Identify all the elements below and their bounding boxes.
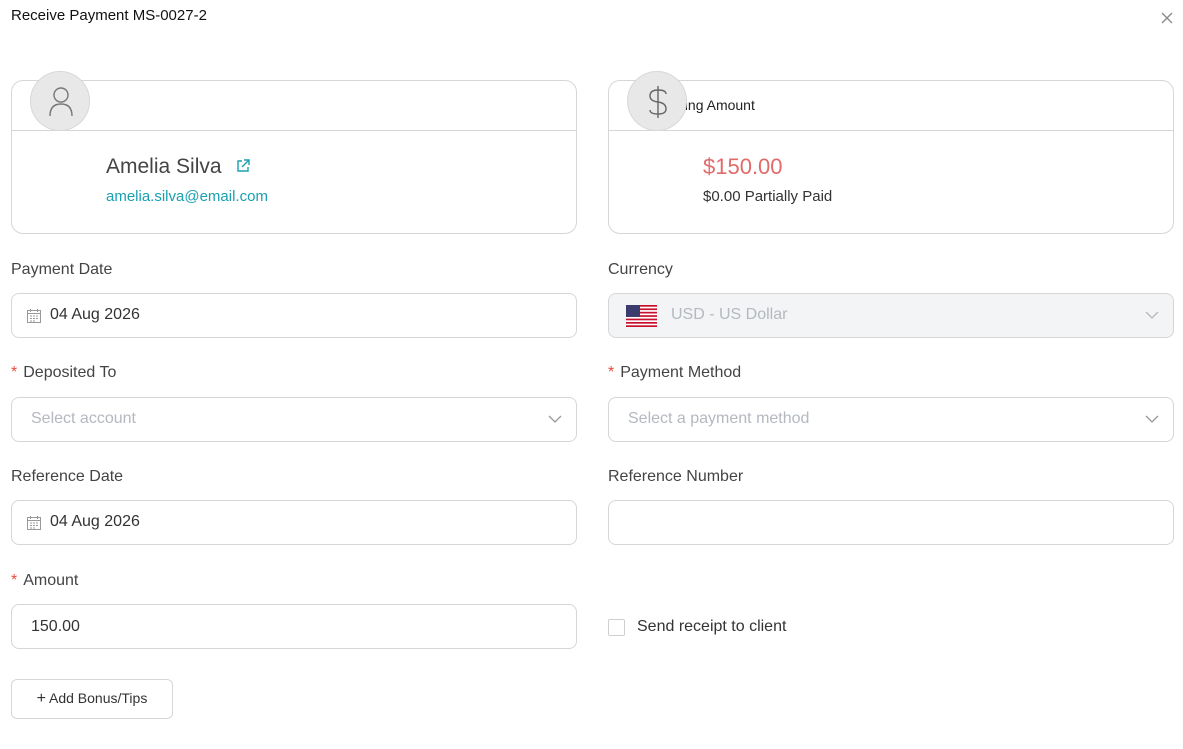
- reference-date-label: Reference Date: [11, 468, 124, 485]
- amount-field: [11, 604, 577, 649]
- outstanding-amount: $150.00: [703, 154, 783, 179]
- reference-date-field[interactable]: 04 Aug 2026: [11, 500, 577, 545]
- currency-label: Currency: [608, 261, 673, 278]
- deposited-to-label: * Deposited To: [11, 364, 116, 382]
- reference-number-field: [608, 500, 1174, 545]
- avatar: [30, 71, 90, 131]
- reference-number-label: Reference Number: [608, 468, 744, 485]
- plus-icon: +: [36, 690, 46, 707]
- outstanding-amount-card: Outstanding Amount: [608, 80, 1174, 234]
- required-marker: *: [11, 572, 18, 589]
- calendar-icon: [27, 309, 41, 323]
- deposited-to-label-text: Deposited To: [23, 364, 117, 381]
- payment-date-field[interactable]: 04 Aug 2026: [11, 293, 577, 338]
- client-email-link[interactable]: amelia.silva@email.com: [106, 188, 268, 205]
- chevron-down-icon: [548, 415, 562, 423]
- required-marker: *: [608, 364, 615, 381]
- dollar-icon: [649, 86, 667, 118]
- chevron-down-icon: [1145, 415, 1159, 423]
- deposited-to-placeholder: Select account: [31, 410, 136, 427]
- reference-number-input[interactable]: [609, 501, 1173, 544]
- send-receipt-label[interactable]: Send receipt to client: [637, 618, 786, 636]
- send-receipt-checkbox[interactable]: [608, 619, 625, 636]
- us-flag-icon: [626, 305, 657, 327]
- client-card-header: Client: [12, 81, 576, 131]
- payment-method-placeholder: Select a payment method: [628, 410, 810, 427]
- calendar-icon: [27, 516, 41, 530]
- payment-method-select[interactable]: Select a payment method: [608, 397, 1174, 442]
- user-icon: [49, 87, 73, 117]
- payment-date-label: Payment Date: [11, 261, 113, 278]
- deposited-to-select[interactable]: Select account: [11, 397, 577, 442]
- currency-value: USD - US Dollar: [671, 306, 788, 323]
- add-bonus-tips-label: Add Bonus/Tips: [49, 690, 148, 706]
- payment-method-label-text: Payment Method: [620, 364, 742, 381]
- reference-date-value: 04 Aug 2026: [50, 513, 140, 530]
- amount-label: * Amount: [11, 572, 78, 590]
- partially-paid-text: $0.00 Partially Paid: [703, 188, 833, 205]
- outstanding-card-header: Outstanding Amount: [609, 81, 1173, 131]
- client-card: Client: [11, 80, 577, 234]
- client-name: Amelia Silva: [106, 155, 222, 178]
- add-bonus-tips-button[interactable]: + Add Bonus/Tips: [11, 679, 173, 719]
- currency-select: USD - US Dollar: [608, 293, 1174, 338]
- dialog-title: Receive Payment MS-0027-2: [11, 7, 207, 24]
- required-marker: *: [11, 364, 18, 381]
- chevron-down-icon: [1145, 311, 1159, 319]
- payment-method-label: * Payment Method: [608, 364, 741, 382]
- dollar-badge: [627, 71, 687, 131]
- amount-input[interactable]: [12, 605, 576, 648]
- amount-label-text: Amount: [23, 572, 79, 589]
- payment-date-value: 04 Aug 2026: [50, 306, 140, 323]
- close-icon[interactable]: [1160, 11, 1174, 25]
- external-link-icon[interactable]: [235, 158, 251, 174]
